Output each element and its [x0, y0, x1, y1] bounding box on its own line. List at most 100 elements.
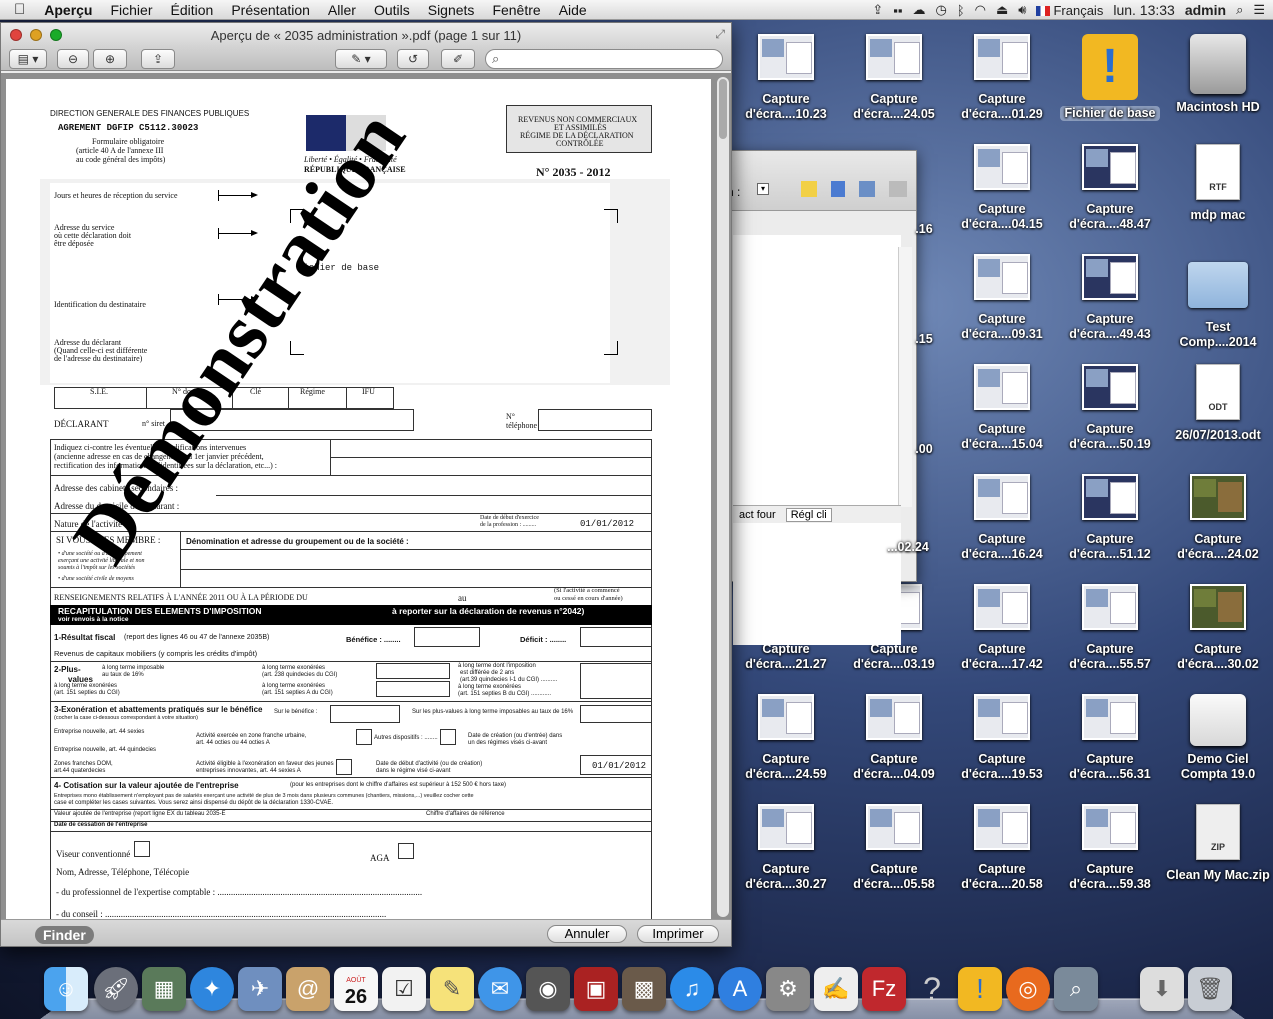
pv-field-1[interactable] — [376, 663, 450, 679]
menu-aide[interactable]: Aide — [550, 2, 596, 18]
desktop-icon[interactable]: Capture d'écra....01.29 — [950, 34, 1054, 122]
facetime-dock-icon[interactable]: ◉ — [526, 967, 570, 1011]
desktop-icon[interactable]: Capture d'écra....04.15 — [950, 144, 1054, 232]
reminders-dock-icon[interactable]: ☑ — [382, 967, 426, 1011]
textedit-dock-icon[interactable]: ✍ — [814, 967, 858, 1011]
bgwin-info-icon[interactable] — [831, 181, 845, 197]
checkbox-viseur[interactable] — [134, 841, 150, 857]
menu-fenetre[interactable]: Fenêtre — [483, 2, 549, 18]
title-bar[interactable]: Aperçu de « 2035 administration ».pdf (p… — [1, 23, 731, 47]
desktop-icon[interactable]: ODT 26/07/2013.odt — [1166, 364, 1270, 443]
zoom-out-button[interactable]: ⊖ — [57, 49, 89, 69]
pdf-page[interactable]: DIRECTION GENERALE DES FINANCES PUBLIQUE… — [6, 79, 711, 921]
system-preferences-dock-icon[interactable]: ⚙ — [766, 967, 810, 1011]
desktop-icon[interactable]: ...02.24 — [872, 540, 944, 555]
notes-dock-icon[interactable]: ✎ — [430, 967, 474, 1011]
user-menu[interactable]: admin — [1185, 2, 1226, 18]
menu-aller[interactable]: Aller — [319, 2, 365, 18]
fullscreen-icon[interactable]: ⤢ — [715, 27, 725, 42]
finder-dock-icon[interactable]: ☺ — [44, 967, 88, 1011]
print-button[interactable]: Imprimer — [637, 925, 719, 943]
wifi-icon[interactable]: ◠ — [975, 2, 986, 18]
checkbox-aga[interactable] — [398, 843, 414, 859]
desktop-icon[interactable]: Demo Ciel Compta 19.0 — [1166, 694, 1270, 782]
menu-edition[interactable]: Édition — [162, 2, 223, 18]
menu-outils[interactable]: Outils — [365, 2, 419, 18]
bgwin-col-act-four[interactable]: act four — [739, 509, 776, 521]
desktop-icon[interactable]: Capture d'écra....09.31 — [950, 254, 1054, 342]
desktop-icon[interactable]: .00 — [904, 442, 944, 457]
annotate-button[interactable]: ✎ ▾ — [335, 49, 387, 69]
bluetooth-icon[interactable]: ᛒ — [957, 3, 965, 18]
photo-booth-dock-icon[interactable]: ▣ — [574, 967, 618, 1011]
cancel-button[interactable]: Annuler — [547, 925, 627, 943]
desktop-icon[interactable]: .15 — [904, 332, 944, 347]
desktop-icon[interactable]: Capture d'écra....55.57 — [1058, 584, 1162, 672]
desktop-icon[interactable]: Capture d'écra....56.31 — [1058, 694, 1162, 782]
desktop-icon[interactable]: ZIP Clean My Mac.zip — [1166, 804, 1270, 883]
desktop-icon[interactable]: Capture d'écra....20.58 — [950, 804, 1054, 892]
safari-dock-icon[interactable]: ✦ — [190, 967, 234, 1011]
exon-field-2[interactable] — [580, 705, 652, 723]
search-field[interactable]: ⌕ — [485, 49, 723, 69]
iphoto-dock-icon[interactable]: ▩ — [622, 967, 666, 1011]
desktop-icon[interactable]: Macintosh HD — [1166, 34, 1270, 115]
upload-icon[interactable]: ⇪ — [872, 2, 883, 18]
eject-icon[interactable]: ⏏ — [996, 2, 1008, 18]
calendar-dock-icon[interactable]: AOÛT 26 — [334, 967, 378, 1011]
edit-toolbar-button[interactable]: ✐ — [441, 49, 475, 69]
vertical-scrollbar[interactable] — [717, 77, 729, 917]
bgwin-scrollbar[interactable] — [898, 247, 912, 507]
desktop-icon[interactable]: Capture d'écra....05.58 — [842, 804, 946, 892]
menu-signets[interactable]: Signets — [419, 2, 484, 18]
bgwin-monitor-icon[interactable] — [859, 181, 875, 197]
zoom-in-button[interactable]: ⊕ — [93, 49, 127, 69]
bgwin-col-regl-cli[interactable]: Régl cli — [785, 507, 832, 522]
share-button[interactable]: ⇪ — [141, 49, 175, 69]
bgwin-chart-icon[interactable] — [801, 181, 817, 197]
downloads-stack-dock-icon[interactable]: ⬇ — [1140, 967, 1184, 1011]
sidebar-toggle-button[interactable]: ▤ ▾ — [9, 49, 47, 69]
exon-field-1[interactable] — [330, 705, 400, 723]
desktop-icon[interactable]: RTF mdp mac — [1166, 144, 1270, 223]
desktop-icon[interactable]: Capture d'écra....30.02 — [1166, 584, 1270, 672]
dashboard-dock-icon[interactable]: ▦ — [142, 967, 186, 1011]
desktop-icon[interactable]: Capture d'écra....50.19 — [1058, 364, 1162, 452]
bgwin-dropdown[interactable]: ▾ — [757, 183, 769, 195]
firefox-dock-icon[interactable]: ◎ — [1006, 967, 1050, 1011]
desktop-icon[interactable]: Capture d'écra....16.24 — [950, 474, 1054, 562]
notification-center-icon[interactable]: ☰ — [1253, 2, 1265, 18]
rotate-button[interactable]: ↺ — [397, 49, 429, 69]
background-window[interactable]: n : ▾ act four Régl cli — [720, 150, 917, 645]
status-dots-icon[interactable]: ▪▪ — [893, 3, 902, 18]
document-area[interactable]: DIRECTION GENERALE DES FINANCES PUBLIQUE… — [1, 73, 731, 921]
clock[interactable]: lun. 13:33 — [1113, 2, 1175, 18]
desktop-icon[interactable]: Capture d'écra....24.05 — [842, 34, 946, 122]
desktop-icon[interactable]: .16 — [904, 222, 944, 237]
desktop-icon[interactable]: Capture d'écra....10.23 — [734, 34, 838, 122]
desktop-icon[interactable]: Capture d'écra....48.47 — [1058, 144, 1162, 232]
unknown-app-dock-icon[interactable]: ? — [910, 967, 954, 1011]
fichier-de-base-dock-icon[interactable]: ! — [958, 967, 1002, 1011]
apple-menu-icon[interactable]:  — [0, 1, 35, 18]
preview-dock-icon[interactable]: ⌕ — [1054, 967, 1098, 1011]
checkbox-creation[interactable] — [440, 729, 456, 745]
deficit-field[interactable] — [580, 627, 652, 647]
checkbox-jeunes[interactable] — [336, 759, 352, 775]
desktop-icon[interactable]: Capture d'écra....17.42 — [950, 584, 1054, 672]
benefice-field[interactable] — [414, 627, 480, 647]
desktop-icon[interactable]: Capture d'écra....51.12 — [1058, 474, 1162, 562]
contacts-dock-icon[interactable]: @ — [286, 967, 330, 1011]
tel-field[interactable] — [538, 409, 652, 431]
desktop-icon[interactable]: Capture d'écra....04.09 — [842, 694, 946, 782]
pv-field-2[interactable] — [376, 681, 450, 697]
bgwin-printer-icon[interactable] — [889, 181, 907, 197]
menu-app-apercu[interactable]: Aperçu — [35, 2, 101, 18]
time-machine-icon[interactable]: ◷ — [935, 2, 946, 18]
volume-icon[interactable]: 🔊︎ — [1018, 2, 1026, 18]
cloud-icon[interactable]: ☁ — [912, 2, 925, 18]
pv-field-3[interactable] — [580, 663, 652, 699]
desktop-icon[interactable]: Test Comp....2014 — [1166, 254, 1270, 350]
desktop-icon[interactable]: Capture d'écra....49.43 — [1058, 254, 1162, 342]
launchpad-dock-icon[interactable]: 🚀︎ — [94, 967, 138, 1011]
